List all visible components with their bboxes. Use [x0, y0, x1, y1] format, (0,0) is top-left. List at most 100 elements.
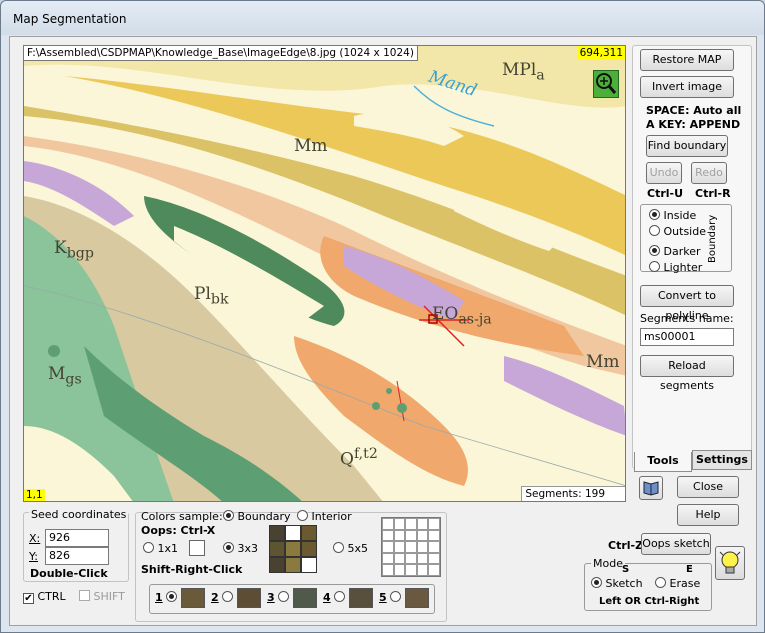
- colors-title: Colors sample:: [141, 510, 223, 523]
- y-label: Y:: [29, 550, 38, 563]
- darker-radio[interactable]: [649, 245, 660, 256]
- outside-radio[interactable]: [649, 225, 660, 236]
- inside-radio[interactable]: [649, 209, 660, 220]
- title-bar[interactable]: Map Segmentation: [1, 1, 764, 35]
- palette-2-radio[interactable]: [222, 591, 234, 602]
- erase-radio[interactable]: [655, 577, 666, 588]
- oops-shortcut: Ctrl-Z: [608, 539, 644, 552]
- double-click-hint: Double-Click: [30, 567, 108, 580]
- save-button[interactable]: [639, 476, 663, 500]
- close-button[interactable]: Close: [677, 476, 739, 498]
- palette-3-radio[interactable]: [278, 591, 290, 602]
- app-window: Map Segmentation MPla Mand Mm Kbgp Plbk …: [0, 0, 765, 633]
- mode-hint: Left OR Ctrl-Right: [599, 596, 700, 607]
- restore-map-button[interactable]: Restore MAP: [640, 49, 734, 71]
- interior-sample-option[interactable]: Interior: [297, 510, 352, 523]
- invert-image-button[interactable]: Invert image: [640, 76, 734, 98]
- redo-shortcut: Ctrl-R: [695, 187, 731, 200]
- boundary-sample-option[interactable]: Boundary: [223, 510, 290, 523]
- undo-shortcut: Ctrl-U: [647, 187, 684, 200]
- hint-append: A KEY: APPEND: [646, 118, 741, 131]
- palette-4-swatch: [348, 588, 373, 608]
- find-boundary-button[interactable]: Find boundary: [646, 135, 728, 157]
- palette-1[interactable]: 1: [155, 588, 205, 608]
- window-title: Map Segmentation: [13, 12, 127, 26]
- redo-button[interactable]: Redo: [691, 162, 727, 184]
- sketch-option[interactable]: Sketch: [591, 577, 643, 590]
- inside-option[interactable]: Inside: [649, 209, 696, 222]
- sketch-light-button[interactable]: [715, 546, 745, 580]
- palette-5-radio[interactable]: [390, 591, 402, 602]
- ctrl-checkbox[interactable]: ✔: [23, 593, 34, 604]
- shift-right-click-hint: Shift-Right-Click: [141, 563, 243, 576]
- size-1x1-option[interactable]: 1x1: [143, 542, 178, 555]
- cursor-coordinate: 694,311: [577, 46, 625, 60]
- lightbulb-icon: [719, 551, 741, 574]
- magnifier-icon: [596, 73, 617, 94]
- map-label-kbgp: Kbgp: [54, 238, 94, 262]
- convert-polyline-button[interactable]: Convert to polyline: [640, 285, 734, 322]
- sample-5x5-grid: [381, 517, 441, 577]
- palette-5[interactable]: 5: [379, 588, 429, 608]
- shift-option[interactable]: SHIFT: [79, 590, 125, 603]
- map-label-mm2: Mm: [586, 352, 620, 372]
- zoom-button[interactable]: [593, 70, 619, 98]
- map-label-mm: Mm: [294, 136, 328, 156]
- map-label-q: Qf,t2: [340, 446, 378, 470]
- palette-1-swatch: [180, 588, 205, 608]
- boundary-vertical-label: Boundary: [707, 214, 718, 263]
- size-3x3-option[interactable]: 3x3: [223, 542, 258, 555]
- mode-s-key: S: [622, 564, 630, 575]
- ctrl-option[interactable]: ✔ CTRL: [23, 590, 66, 604]
- map-label-mpl: MPla: [502, 60, 545, 84]
- segments-name-input[interactable]: ms00001: [640, 328, 734, 346]
- reload-segments-button[interactable]: Reload segments: [640, 355, 734, 392]
- map-label-mgs: Mgs: [48, 364, 82, 388]
- help-button[interactable]: Help: [677, 504, 739, 526]
- x-label: X:: [29, 532, 41, 545]
- size-1x1-radio[interactable]: [143, 542, 154, 553]
- outside-option[interactable]: Outside: [649, 225, 706, 238]
- sketch-radio[interactable]: [591, 577, 602, 588]
- palette-1-radio[interactable]: [166, 591, 178, 602]
- size-5x5-option[interactable]: 5x5: [333, 542, 368, 555]
- palette-2[interactable]: 2: [211, 588, 261, 608]
- seed-x-input[interactable]: 926: [45, 529, 109, 547]
- seed-y-input[interactable]: 826: [45, 547, 109, 565]
- size-5x5-radio[interactable]: [333, 542, 344, 553]
- darker-option[interactable]: Darker: [649, 245, 701, 258]
- lighter-option[interactable]: Lighter: [649, 261, 702, 274]
- mode-e-key: E: [686, 564, 693, 575]
- palette-4-radio[interactable]: [334, 591, 346, 602]
- hint-space: SPACE: Auto all: [646, 104, 742, 117]
- seed-title: Seed coordinates: [29, 508, 129, 521]
- sample-1x1-swatch: [189, 540, 205, 556]
- tab-tools[interactable]: Tools: [634, 452, 692, 472]
- lighter-radio[interactable]: [649, 261, 660, 272]
- oops-hint: Oops: Ctrl-X: [141, 524, 216, 537]
- book-icon: [643, 481, 659, 496]
- palette-4[interactable]: 4: [323, 588, 373, 608]
- sample-3x3-grid: [269, 525, 317, 573]
- oops-sketch-button[interactable]: Oops sketch: [641, 533, 711, 555]
- interior-sample-radio[interactable]: [297, 510, 308, 521]
- segments-name-label: Segments name:: [640, 312, 734, 325]
- geologic-map[interactable]: [24, 46, 626, 502]
- segments-count: Segments: 199: [521, 486, 625, 501]
- mode-title: Mode: [591, 557, 625, 570]
- shift-checkbox[interactable]: [79, 590, 90, 601]
- palette-3-swatch: [292, 588, 317, 608]
- palette-3[interactable]: 3: [267, 588, 317, 608]
- erase-option[interactable]: Erase: [655, 577, 700, 590]
- image-path: F:\Assembled\CSDPMAP\Knowledge_Base\Imag…: [24, 46, 418, 61]
- map-label-eo: EOas-ja: [432, 304, 492, 328]
- palette-5-swatch: [404, 588, 429, 608]
- map-label-plbk: Plbk: [194, 284, 229, 308]
- boundary-sample-radio[interactable]: [223, 510, 234, 521]
- tile-index: 1,1: [24, 489, 45, 501]
- undo-button[interactable]: Undo: [646, 162, 682, 184]
- map-canvas[interactable]: MPla Mand Mm Kbgp Plbk EOas-ja Mgs Qf,t2…: [23, 45, 626, 502]
- size-3x3-radio[interactable]: [223, 542, 234, 553]
- tab-settings[interactable]: Settings: [692, 450, 752, 470]
- palette-2-swatch: [236, 588, 261, 608]
